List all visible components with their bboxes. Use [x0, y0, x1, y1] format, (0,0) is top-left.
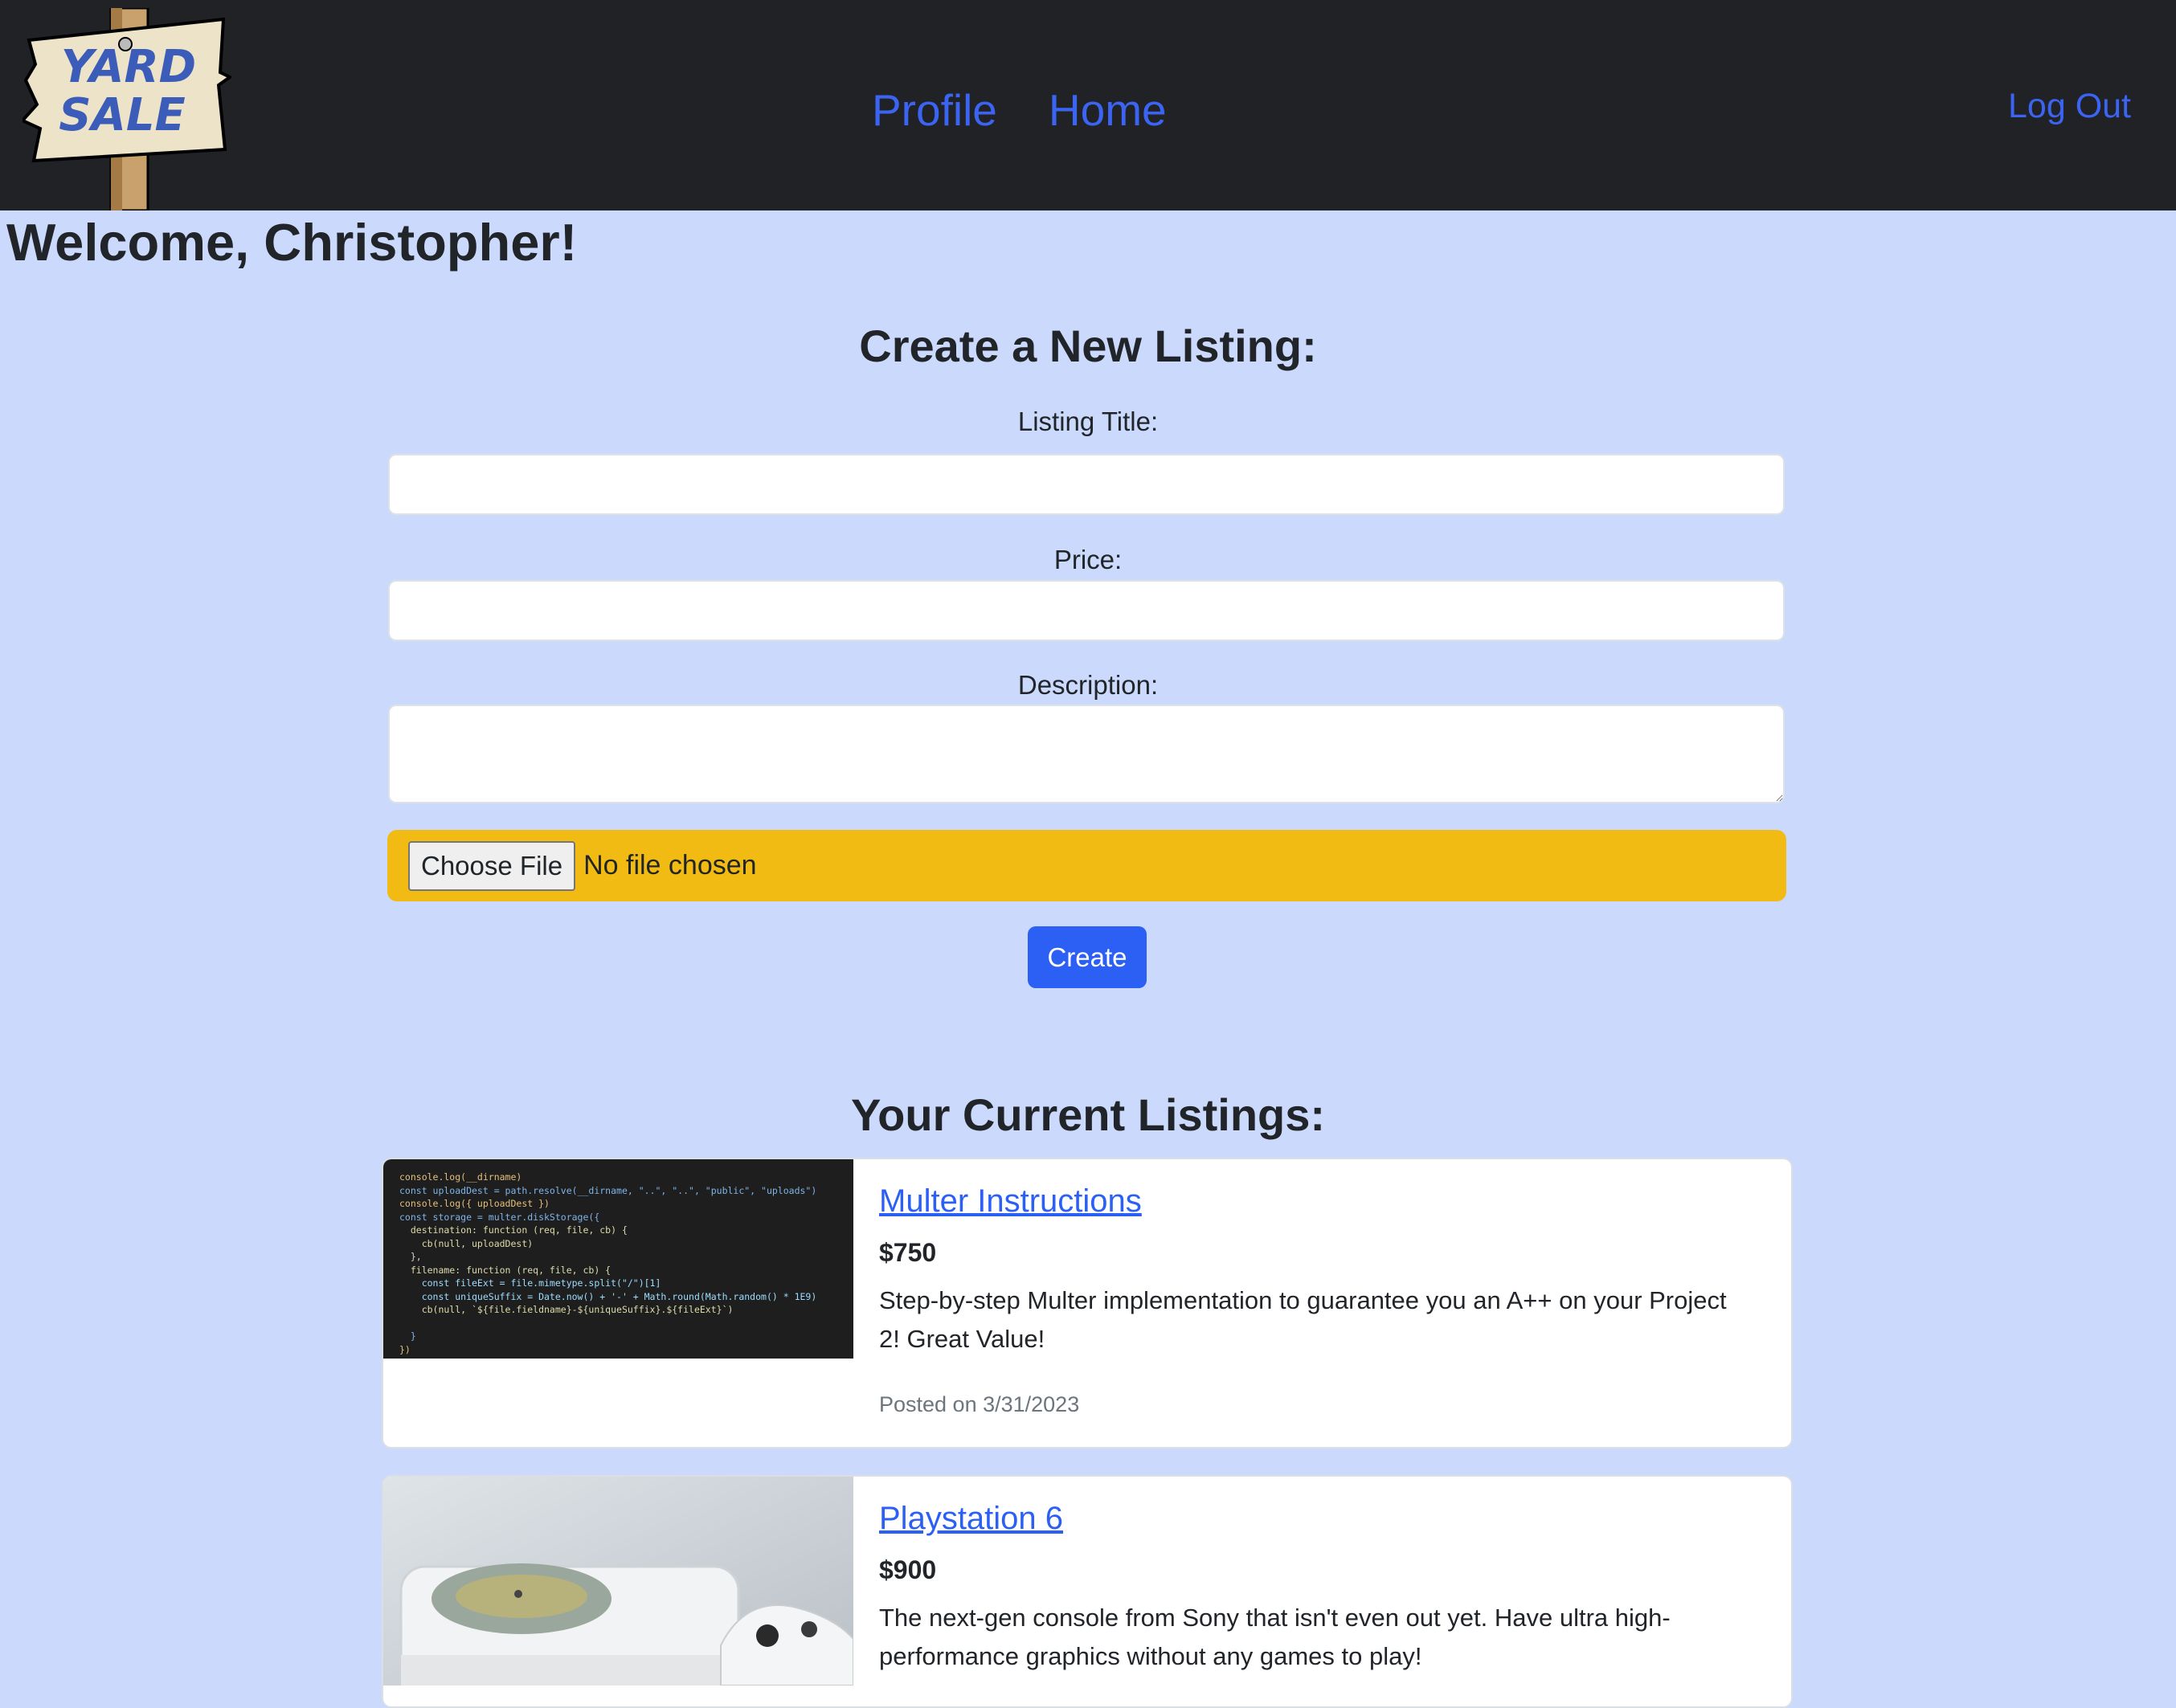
- listing-title-link[interactable]: Multer Instructions: [879, 1183, 1142, 1220]
- code-line: const uniqueSuffix = Date.now() + '-' + …: [399, 1290, 817, 1302]
- file-status: No file chosen: [583, 850, 757, 881]
- price-input[interactable]: [388, 580, 1785, 641]
- nav-profile-link[interactable]: Profile: [872, 84, 997, 136]
- listing-price: $750: [879, 1238, 937, 1267]
- code-line: const fileExt = file.mimetype.split("/")…: [399, 1277, 661, 1289]
- listing-description: The next-gen console from Sony that isn'…: [879, 1604, 1671, 1670]
- code-line: cb(null, uploadDest): [399, 1237, 534, 1249]
- listing-title-input[interactable]: [388, 454, 1785, 515]
- code-line: filename: function (req, file, cb) {: [399, 1264, 611, 1276]
- navbar: YARD SALE Profile Home Log Out: [0, 0, 2176, 210]
- code-line: },: [399, 1251, 422, 1262]
- nav-links: Profile Home: [872, 84, 1167, 136]
- svg-text:YARD: YARD: [61, 41, 196, 93]
- code-line: destination: function (req, file, cb) {: [399, 1224, 628, 1236]
- logout-link[interactable]: Log Out: [2008, 87, 2131, 126]
- price-label: Price:: [1053, 545, 1123, 574]
- description-textarea[interactable]: [388, 705, 1785, 803]
- listing-description: Step-by-step Multer implementation to gu…: [879, 1286, 1727, 1353]
- listing-price: $900: [879, 1555, 937, 1584]
- listing-thumbnail[interactable]: console.log(__dirname) const uploadDest …: [383, 1159, 853, 1359]
- nav-home-link[interactable]: Home: [1049, 84, 1167, 136]
- create-listing-title: Create a New Listing:: [859, 321, 1317, 371]
- file-upload-bar: Choose File No file chosen: [387, 830, 1786, 901]
- code-line: const uploadDest = path.resolve(__dirnam…: [399, 1184, 817, 1196]
- code-line: console.log({ uploadDest }): [399, 1198, 550, 1209]
- code-line: }: [399, 1330, 416, 1342]
- choose-file-button[interactable]: Choose File: [408, 840, 576, 891]
- current-listings-title: Your Current Listings:: [850, 1089, 1326, 1140]
- listing-title-label: Listing Title:: [1017, 407, 1159, 436]
- listing-thumbnail[interactable]: [383, 1477, 853, 1686]
- svg-text:SALE: SALE: [59, 89, 186, 141]
- description-label: Description:: [1017, 670, 1159, 700]
- listing-title-link[interactable]: Playstation 6: [879, 1501, 1063, 1537]
- welcome-heading: Welcome, Christopher!: [6, 213, 578, 272]
- listing-card: console.log(__dirname) const uploadDest …: [382, 1158, 1793, 1449]
- code-line: const storage = multer.diskStorage({: [399, 1211, 600, 1223]
- code-line: cb(null, `${file.fieldname}-${uniqueSuff…: [399, 1304, 734, 1315]
- code-line: console.log(__dirname): [399, 1171, 522, 1183]
- yard-sale-logo[interactable]: YARD SALE: [22, 8, 231, 210]
- listing-date: Posted on 3/31/2023: [879, 1392, 1080, 1416]
- listing-card: Playstation 6 $900 The next-gen console …: [382, 1475, 1793, 1708]
- create-button[interactable]: Create: [1028, 926, 1147, 988]
- code-line: }): [399, 1343, 411, 1355]
